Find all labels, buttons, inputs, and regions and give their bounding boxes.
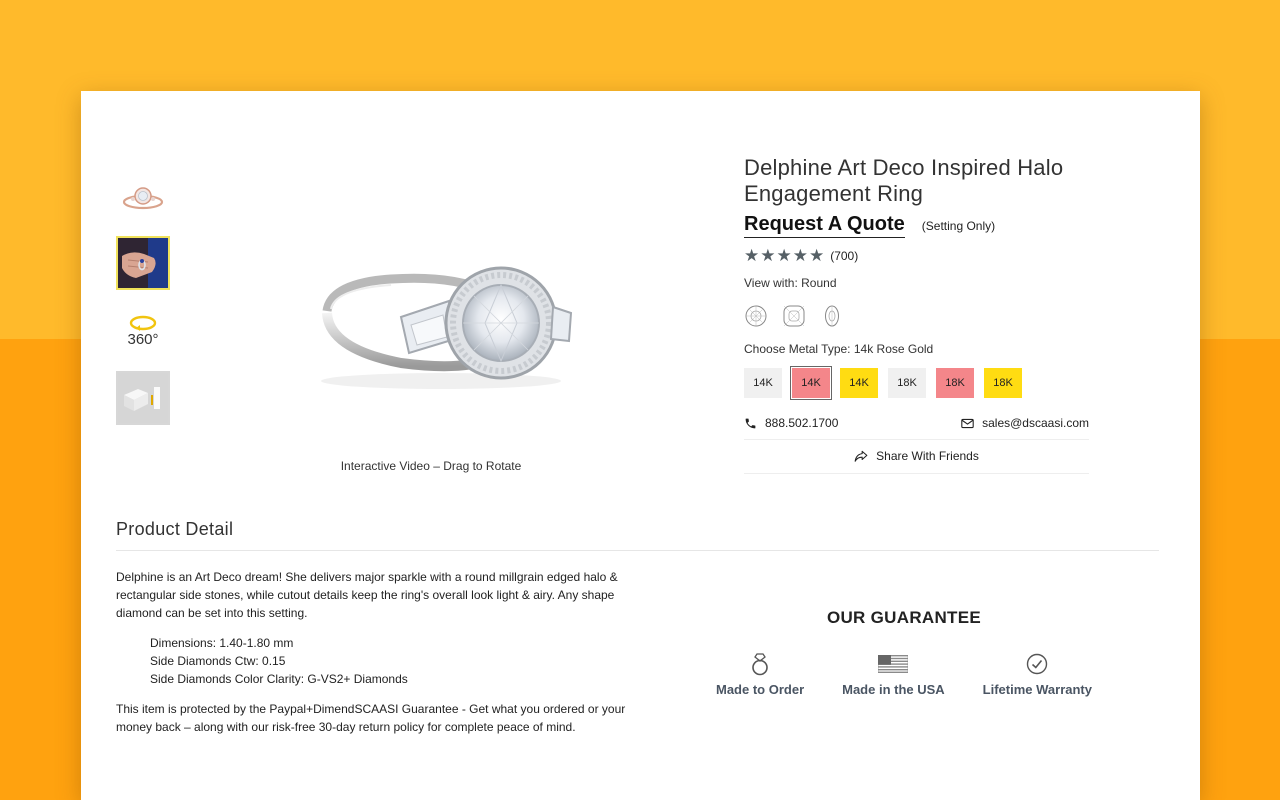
diamond-shape-selector: [744, 304, 1089, 328]
hand-ring-image: [118, 238, 168, 288]
ring-360-viewer[interactable]: [271, 231, 601, 411]
spec-list: Dimensions: 1.40-1.80 mm Side Diamonds C…: [150, 634, 626, 688]
spec-dimensions: Dimensions: 1.40-1.80 mm: [150, 636, 294, 650]
oval-shape-icon[interactable]: [820, 304, 844, 328]
metal-selector: 14K 14K 14K 18K 18K 18K: [744, 366, 1089, 400]
thumbnail-hand-model[interactable]: [116, 236, 170, 290]
guarantee-made-to-order: Made to Order: [716, 652, 804, 697]
metal-14k-rose-button[interactable]: 14K: [790, 366, 832, 400]
review-count: (700): [830, 249, 859, 263]
guarantee-text: This item is protected by the Paypal+Dim…: [116, 702, 626, 734]
product-description: Delphine is an Art Deco dream! She deliv…: [116, 568, 626, 736]
ring-icon: [750, 652, 770, 676]
made-in-usa-label: Made in the USA: [842, 682, 945, 697]
metal-18k-yellow-button[interactable]: 18K: [984, 368, 1022, 398]
metal-type-label: Choose Metal Type: 14k Rose Gold: [744, 342, 934, 356]
setting-only-note: (Setting Only): [921, 219, 996, 233]
product-card: 360° Interactive Video – Drag to Rotate …: [81, 91, 1200, 800]
metal-14k-yellow-button[interactable]: 14K: [840, 368, 878, 398]
metal-18k-white-button[interactable]: 18K: [888, 368, 926, 398]
share-with-friends-button[interactable]: Share With Friends: [744, 440, 1089, 474]
metal-14k-white-button[interactable]: 14K: [744, 368, 782, 398]
metal-18k-rose-button[interactable]: 18K: [936, 368, 974, 398]
ring-box-image: [118, 373, 168, 423]
star-rating-icon: ★★★★★: [744, 246, 826, 265]
share-label: Share With Friends: [876, 449, 979, 463]
thumbnail-360-view[interactable]: 360°: [116, 304, 170, 358]
thumbnail-ring-box[interactable]: [116, 371, 170, 425]
phone-link[interactable]: 888.502.1700: [744, 416, 838, 430]
divider: [116, 550, 1159, 551]
view-with-label: View with: Round: [744, 276, 837, 290]
product-detail-heading: Product Detail: [116, 519, 234, 539]
email-link[interactable]: sales@dscaasi.com: [961, 416, 1089, 430]
guarantee-section: OUR GUARANTEE Made to Order Made in the …: [716, 608, 1092, 697]
contact-row: 888.502.1700 sales@dscaasi.com: [744, 416, 1089, 440]
made-to-order-label: Made to Order: [716, 682, 805, 697]
us-flag-icon: [878, 652, 909, 676]
cushion-shape-icon[interactable]: [782, 304, 806, 328]
ring-main-image: [321, 266, 573, 389]
video-caption: Interactive Video – Drag to Rotate: [340, 459, 522, 473]
thumbnail-rose-gold-ring[interactable]: [116, 171, 170, 225]
share-arrow-icon: [854, 450, 868, 462]
rating-row[interactable]: ★★★★★ (700): [744, 246, 1089, 266]
phone-icon: [745, 418, 756, 428]
guarantee-title: OUR GUARANTEE: [826, 608, 982, 627]
phone-number: 888.502.1700: [765, 416, 839, 430]
round-shape-icon[interactable]: [744, 304, 768, 328]
email-address: sales@dscaasi.com: [982, 416, 1089, 430]
request-quote-link[interactable]: Request A Quote: [744, 213, 905, 238]
price-row: Request A Quote (Setting Only): [744, 213, 1089, 238]
thumbnail-360-label: 360°: [127, 330, 159, 348]
envelope-icon: [961, 418, 974, 428]
lifetime-warranty-label: Lifetime Warranty: [982, 682, 1092, 697]
check-circle-icon: [1026, 652, 1048, 676]
guarantee-made-in-usa: Made in the USA: [842, 652, 945, 697]
spec-side-diamonds-ctw: Side Diamonds Ctw: 0.15: [150, 654, 286, 668]
description-text: Delphine is an Art Deco dream! She deliv…: [116, 570, 618, 620]
guarantee-items: Made to Order Made in the USA Lifetime W…: [716, 652, 1092, 697]
product-info-panel: Delphine Art Deco Inspired Halo Engageme…: [744, 155, 1089, 474]
spec-color-clarity: Side Diamonds Color Clarity: G-VS2+ Diam…: [150, 672, 408, 686]
guarantee-lifetime-warranty: Lifetime Warranty: [983, 652, 1092, 697]
rose-ring-image: [122, 187, 164, 210]
product-title: Delphine Art Deco Inspired Halo Engageme…: [744, 155, 1064, 206]
